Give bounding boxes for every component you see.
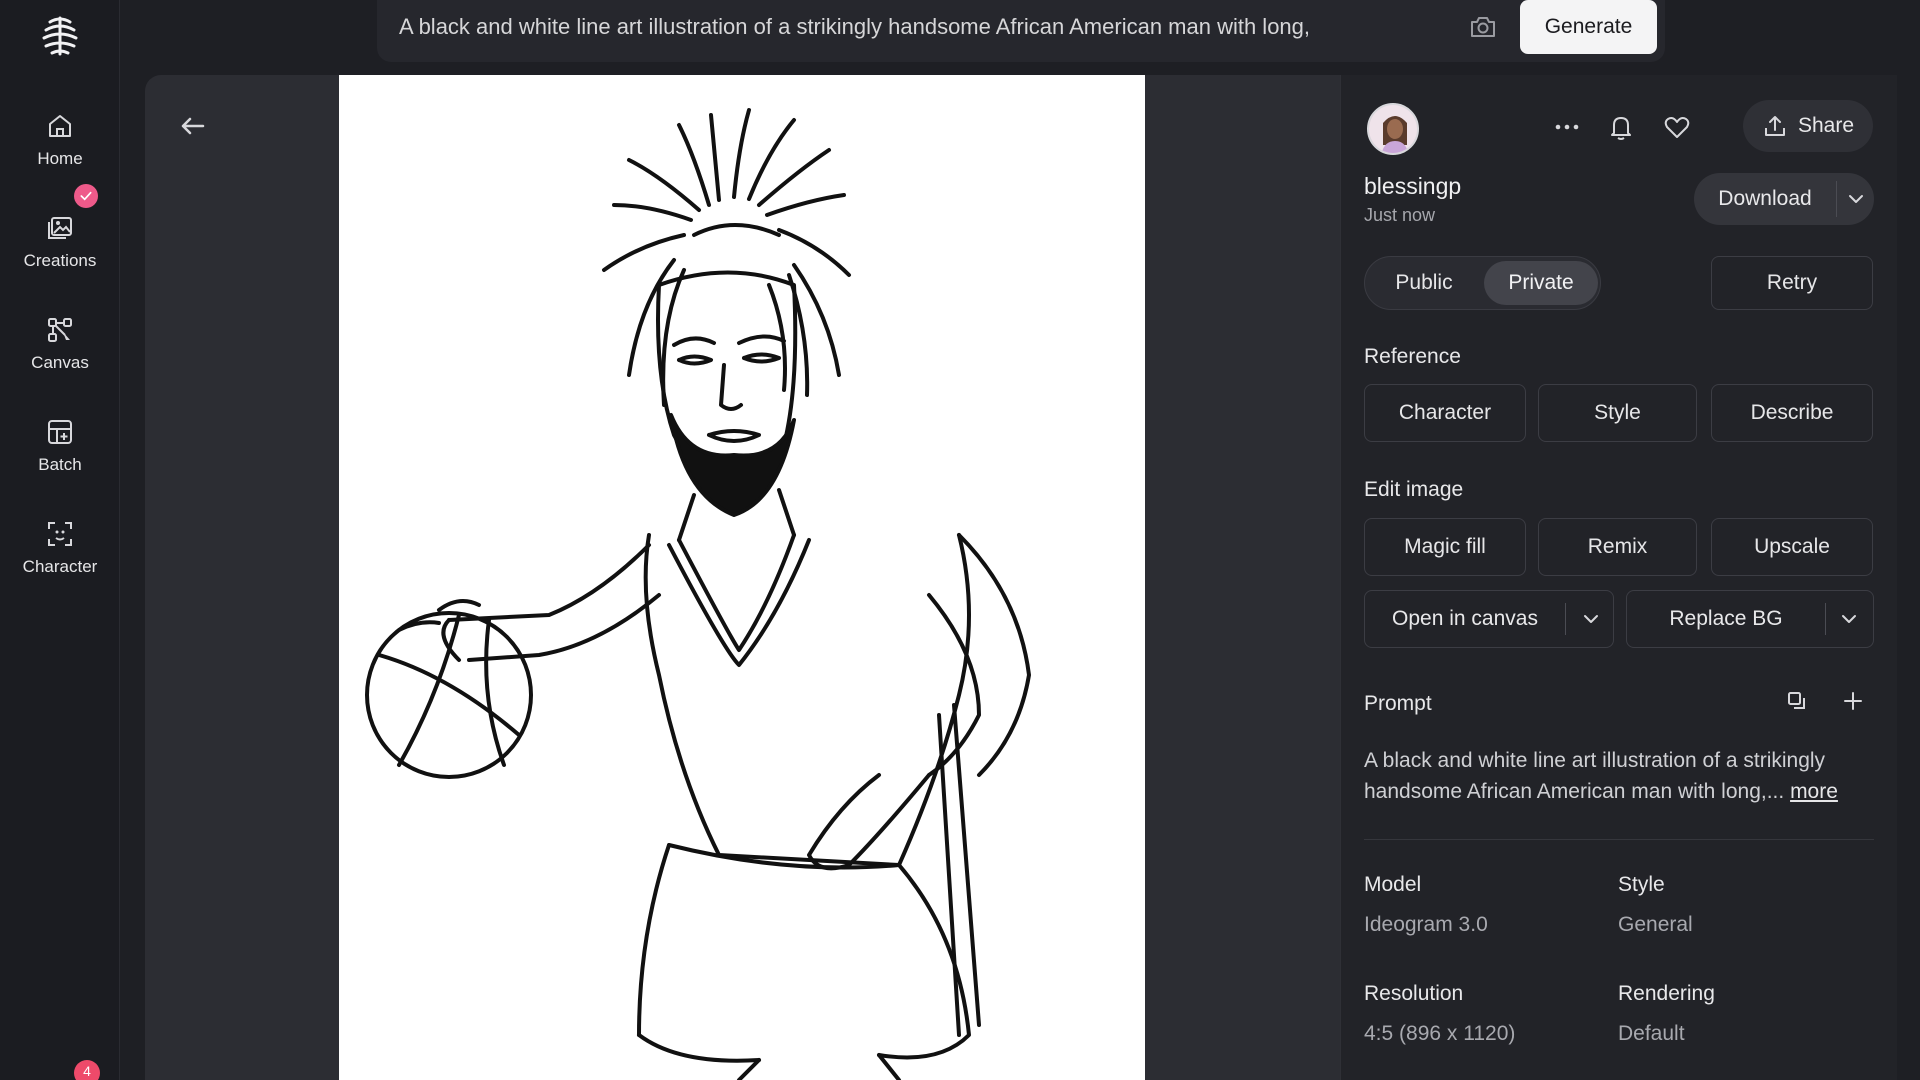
sidebar-item-label: Creations xyxy=(23,251,97,270)
canvas-icon xyxy=(48,318,72,342)
basketball-player-illustration xyxy=(339,75,1145,1080)
model-label: Model xyxy=(1364,873,1422,896)
new-creation-badge xyxy=(74,184,98,208)
more-link[interactable]: more xyxy=(1790,780,1838,803)
sidebar-item-creations[interactable]: Creations xyxy=(0,202,120,282)
prompt-title: Prompt xyxy=(1364,692,1432,715)
check-icon xyxy=(80,191,92,201)
sidebar-item-home[interactable]: Home xyxy=(0,100,120,180)
model-value: Ideogram 3.0 xyxy=(1364,913,1488,936)
prompt-input[interactable]: A black and white line art illustration … xyxy=(399,14,1399,40)
retry-button[interactable]: Retry xyxy=(1711,256,1873,310)
open-in-canvas-split-button: Open in canvas xyxy=(1364,590,1614,648)
prompt-body-text: A black and white line art illustration … xyxy=(1364,749,1826,803)
sidebar-item-canvas[interactable]: Canvas xyxy=(0,304,120,384)
private-option[interactable]: Private xyxy=(1484,261,1598,305)
prompt-text: A black and white line art illustration … xyxy=(1364,745,1874,807)
describe-button[interactable]: Describe xyxy=(1711,384,1873,442)
rendering-value: Default xyxy=(1618,1022,1685,1045)
public-option[interactable]: Public xyxy=(1369,261,1479,305)
heart-icon[interactable] xyxy=(1661,111,1693,143)
back-button[interactable] xyxy=(175,108,211,144)
plus-icon[interactable] xyxy=(1841,689,1865,713)
replace-bg-button[interactable]: Replace BG xyxy=(1627,591,1825,647)
username[interactable]: blessingp xyxy=(1364,173,1461,200)
sidebar-item-character[interactable]: Character xyxy=(0,508,120,588)
timestamp: Just now xyxy=(1364,205,1436,225)
download-button[interactable]: Download xyxy=(1694,173,1836,225)
divider xyxy=(1825,603,1826,635)
divider xyxy=(1565,603,1566,635)
sidebar-item-label: Canvas xyxy=(31,353,89,372)
ideogram-logo-icon[interactable] xyxy=(36,12,84,60)
chevron-down-icon[interactable] xyxy=(1844,187,1868,211)
upload-icon xyxy=(1764,116,1785,136)
more-options-icon[interactable] xyxy=(1551,111,1583,143)
divider xyxy=(1836,181,1837,217)
open-in-canvas-button[interactable]: Open in canvas xyxy=(1365,591,1565,647)
share-label: Share xyxy=(1797,114,1855,137)
resolution-label: Resolution xyxy=(1364,982,1464,1005)
download-split-button: Download xyxy=(1694,173,1874,225)
style-value: General xyxy=(1618,913,1693,936)
replace-bg-split-button: Replace BG xyxy=(1626,590,1874,648)
remix-button[interactable]: Remix xyxy=(1538,518,1697,576)
magic-fill-button[interactable]: Magic fill xyxy=(1364,518,1526,576)
sidebar-item-label: Batch xyxy=(38,455,82,474)
home-icon xyxy=(49,115,71,137)
style-reference-button[interactable]: Style xyxy=(1538,384,1697,442)
sidebar: Home Creations Canvas Batch Character 4 xyxy=(0,0,120,1080)
images-icon xyxy=(48,217,72,239)
character-icon xyxy=(48,522,72,546)
rendering-label: Rendering xyxy=(1618,982,1715,1005)
arrow-left-icon xyxy=(181,117,205,135)
user-avatar-image xyxy=(1369,105,1417,153)
edit-image-title: Edit image xyxy=(1364,478,1464,501)
image-details-panel: Share blessingp Just now Download Public… xyxy=(1340,75,1897,1080)
share-button[interactable]: Share xyxy=(1743,100,1873,152)
sidebar-item-label: Character xyxy=(22,557,98,576)
copy-icon[interactable] xyxy=(1785,689,1809,713)
bell-icon[interactable] xyxy=(1605,111,1637,143)
divider xyxy=(1364,839,1874,840)
visibility-toggle: Public Private xyxy=(1364,256,1601,310)
camera-icon[interactable] xyxy=(1467,11,1499,43)
chevron-down-icon[interactable] xyxy=(1579,607,1603,631)
chevron-down-icon[interactable] xyxy=(1837,607,1861,631)
avatar[interactable] xyxy=(1367,103,1419,155)
reference-title: Reference xyxy=(1364,345,1461,368)
batch-icon xyxy=(48,420,72,444)
upscale-button[interactable]: Upscale xyxy=(1711,518,1873,576)
style-label: Style xyxy=(1618,873,1665,896)
notification-badge[interactable]: 4 xyxy=(74,1060,100,1080)
sidebar-item-batch[interactable]: Batch xyxy=(0,406,120,486)
resolution-value: 4:5 (896 x 1120) xyxy=(1364,1022,1516,1045)
character-reference-button[interactable]: Character xyxy=(1364,384,1526,442)
prompt-bar: A black and white line art illustration … xyxy=(377,0,1665,62)
generate-button[interactable]: Generate xyxy=(1520,0,1657,54)
generated-image[interactable] xyxy=(339,75,1145,1080)
sidebar-item-label: Home xyxy=(37,149,83,168)
